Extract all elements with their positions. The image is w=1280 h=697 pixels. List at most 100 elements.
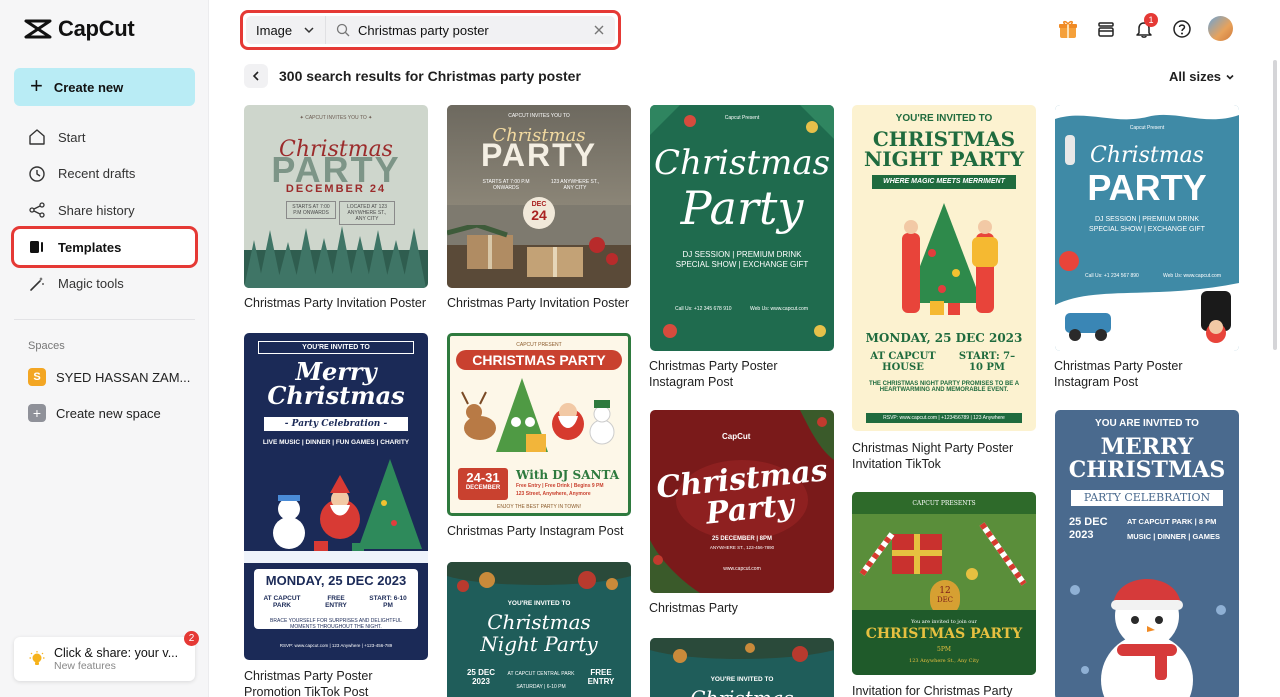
template-caption[interactable]: Christmas Party Poster Promotion TikTok P… [244, 668, 373, 697]
date-day: 24 [531, 207, 547, 223]
poster-text: YOU'RE INVITED TO [258, 341, 414, 354]
lightbulb-icon [29, 651, 45, 665]
promo-title: Click & share: your v... [54, 646, 179, 660]
sidebar-item-magic-tools[interactable]: Magic tools [14, 265, 195, 302]
capcut-logo[interactable]: CapCut [24, 16, 135, 42]
back-button[interactable] [244, 64, 268, 88]
promo-text: Click & share: your v... New features [54, 646, 178, 672]
gift-button[interactable] [1056, 17, 1080, 41]
notification-badge: 1 [1144, 12, 1158, 27]
poster-text: CAPCUT INVITES YOU TO [508, 113, 570, 119]
sidebar-item-label: Templates [58, 239, 122, 255]
poster-text: AT CAPCUT PARK [263, 595, 301, 609]
template-thumbnail[interactable]: YOU'RE INVITED TO Christmas Night Party … [447, 562, 631, 697]
user-avatar[interactable] [1208, 16, 1233, 41]
all-sizes-dropdown[interactable]: All sizes [1169, 69, 1235, 84]
poster-text: www.capcut.com [723, 566, 761, 572]
chevron-left-icon [252, 71, 259, 81]
template-thumbnail[interactable]: CapCut Christmas Party 25 DECEMBER | 8PM… [650, 410, 834, 593]
poster-text: RSVP: www.capcut.com | +123456789 | 123 … [866, 413, 1022, 423]
page-scrollbar[interactable] [1273, 60, 1277, 350]
poster-text: AT CAPCUT CENTRAL PARK [507, 671, 575, 677]
caption-line: Christmas Party Poster [1054, 359, 1183, 373]
poster-text: AT CAPCUT HOUSE [870, 351, 936, 373]
search-type-dropdown[interactable]: Image [246, 16, 326, 44]
promo-badge: 2 [184, 631, 199, 646]
clear-search-icon[interactable] [593, 24, 605, 36]
poster-text: LIVE MUSIC | DINNER | FUN GAMES | CHARIT… [262, 439, 410, 446]
magic-wand-icon [30, 276, 44, 291]
template-thumbnail[interactable]: YOU'RE INVITED TO CHRISTMAS NIGHT PARTY … [852, 105, 1036, 431]
promo-card[interactable]: Click & share: your v... New features 2 [14, 631, 199, 681]
poster-text: WHERE MAGIC MEETS MERRIMENT [872, 175, 1016, 189]
inbox-button[interactable] [1094, 17, 1118, 41]
date-badge: 24-31 DECEMBER [458, 468, 508, 500]
template-caption[interactable]: Christmas Party Invitation Poster [447, 295, 629, 311]
sidebar-item-label: Recent drafts [58, 166, 136, 182]
search-type-label: Image [256, 22, 293, 38]
poster-text: FREE ENTRY [587, 668, 615, 686]
pine-trees-image [244, 226, 428, 288]
template-thumbnail[interactable]: YOU ARE INVITED TO MERRY CHRISTMAS PARTY… [1055, 410, 1239, 697]
space-item[interactable]: S SYED HASSAN ZAM... [28, 367, 190, 387]
sidebar-item-label: Share history [58, 202, 135, 218]
template-thumbnail[interactable]: CAPCUT INVITES YOU TO Christmas PARTY ST… [447, 105, 631, 288]
template-caption[interactable]: Invitation for Christmas Party [852, 683, 1012, 697]
template-caption[interactable]: Christmas Party [649, 600, 738, 616]
templates-icon [30, 241, 43, 254]
poster-text: STARTS AT 7:00 P.M ONWARDS [482, 179, 530, 191]
ornaments-image [650, 638, 834, 663]
template-caption[interactable]: Christmas Night Party Poster Invitation T… [852, 440, 1013, 472]
poster-text: YOU'RE INVITED TO [710, 676, 774, 683]
search-input[interactable] [358, 22, 585, 38]
help-button[interactable] [1170, 17, 1194, 41]
search-field [326, 16, 615, 44]
snowman-illustration [1070, 579, 1226, 697]
template-caption[interactable]: Christmas Party Instagram Post [447, 523, 623, 539]
poster-text: ✦ CAPCUT INVITES YOU TO ✦ [299, 115, 373, 121]
poster-title: NIGHT PARTY [864, 147, 1024, 171]
poster-text: START: 7–10 PM [958, 351, 1016, 373]
poster-text: MUSIC | DINNER | GAMES [1127, 532, 1220, 541]
create-new-space-button[interactable]: + Create new space [28, 403, 161, 423]
poster-date: MONDAY, 25 DEC 2023 [865, 331, 1023, 345]
template-thumbnail[interactable]: CAPCUT PRESENT CHRISTMAS PARTY 24-31 DEC… [447, 333, 631, 516]
plus-icon: + [28, 404, 46, 422]
template-caption[interactable]: Christmas Party Poster Instagram Post [649, 358, 778, 390]
caption-line: Christmas Party Poster [649, 359, 778, 373]
poster-text: PARTY CELEBRATION [1071, 490, 1223, 506]
poster-date: 25 DEC [1069, 516, 1108, 528]
poster-text: 5PM [937, 646, 951, 653]
caption-line: Instagram Post [1054, 375, 1139, 389]
template-thumbnail[interactable]: YOU'RE INVITED TO Merry Christmas - Part… [244, 333, 428, 660]
template-thumbnail[interactable]: ✦ CAPCUT INVITES YOU TO ✦ Christmas PART… [244, 105, 428, 288]
poster-text: ENJOY THE BEST PARTY IN TOWN! [496, 504, 581, 510]
ornaments-image [650, 105, 834, 338]
poster-title: CHRISTMAS PARTY [456, 350, 622, 370]
create-new-button[interactable]: + Create new [14, 68, 195, 106]
poster-text: - Party Celebration - [264, 417, 408, 431]
poster-title: Christmas [267, 381, 405, 410]
poster-text: With DJ SANTA [516, 468, 620, 482]
template-caption[interactable]: Christmas Party Poster Instagram Post [1054, 358, 1183, 390]
template-thumbnail[interactable]: Capcut Present Christmas Party DJ SESSIO… [650, 105, 834, 351]
poster-title: CHRISTMAS [1068, 457, 1226, 483]
share-icon [29, 202, 45, 219]
date-month: DEC [936, 596, 954, 604]
help-icon [1173, 19, 1191, 38]
sidebar-item-templates[interactable]: Templates [14, 228, 195, 266]
template-thumbnail[interactable]: Capcut Present Christmas PARTY DJ SESSIO… [1055, 105, 1239, 351]
poster-title: Christmas [487, 610, 591, 634]
snowman-santa-tree-illustration [244, 459, 428, 563]
poster-date: MONDAY, 25 DEC 2023 [265, 573, 407, 588]
chevron-down-icon [1226, 74, 1234, 80]
sidebar-item-share-history[interactable]: Share history [14, 192, 195, 229]
poster-text: You are invited to join our [911, 619, 977, 625]
template-thumbnail[interactable]: YOU'RE INVITED TO Christmas [650, 638, 834, 697]
create-space-label: Create new space [56, 405, 161, 421]
sidebar-item-start[interactable]: Start [14, 119, 195, 156]
template-caption[interactable]: Christmas Party Invitation Poster [244, 295, 426, 311]
sidebar-item-recent-drafts[interactable]: Recent drafts [14, 156, 195, 193]
notifications-button[interactable]: 1 [1132, 12, 1158, 41]
template-thumbnail[interactable]: CAPCUT PRESENTS 12 DEC You are invited t… [852, 492, 1036, 675]
